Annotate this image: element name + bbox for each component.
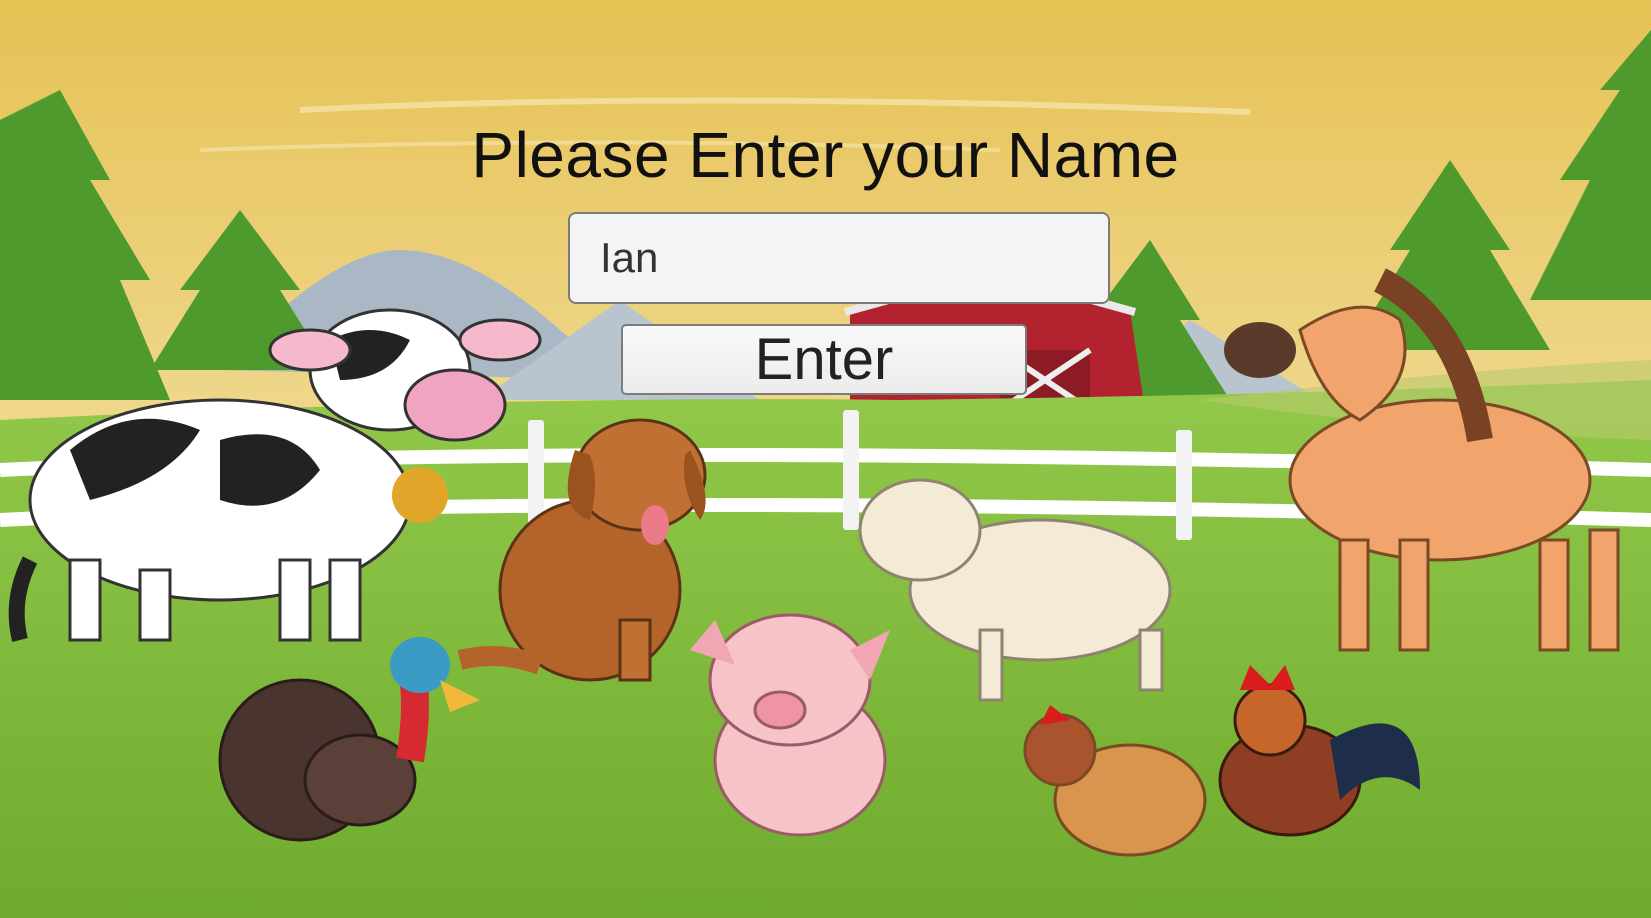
enter-button[interactable]: Enter — [621, 324, 1027, 395]
name-input[interactable] — [568, 212, 1110, 304]
page-title: Please Enter your Name — [471, 119, 1180, 191]
